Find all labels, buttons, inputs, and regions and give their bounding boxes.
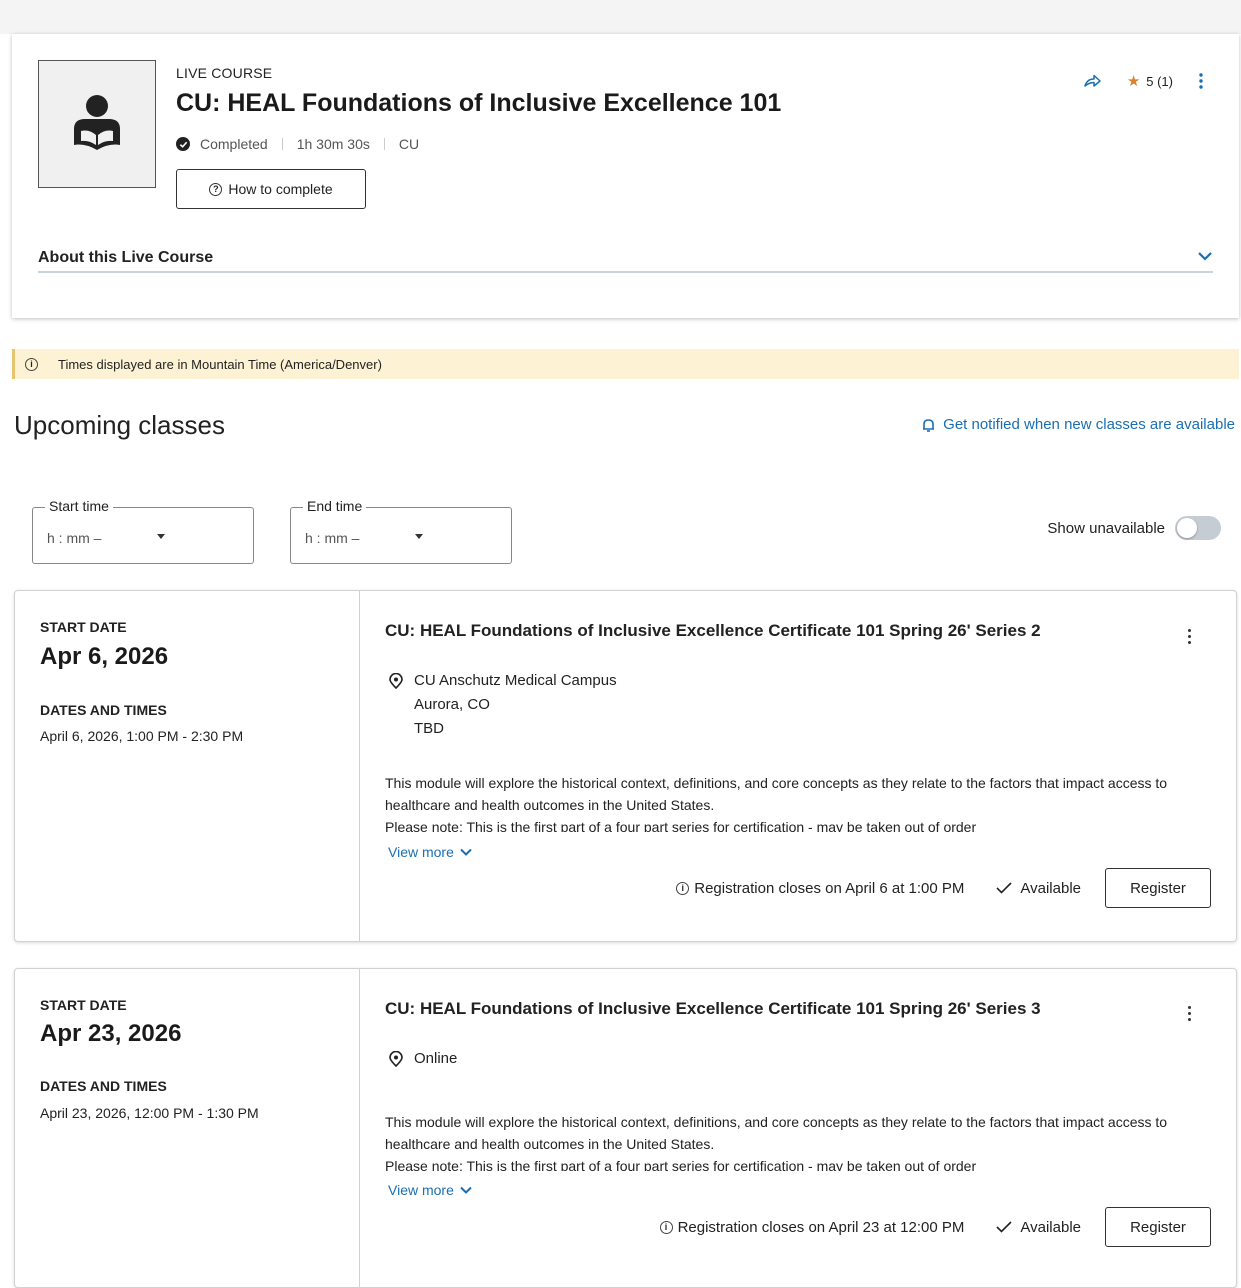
divider (383, 138, 385, 150)
show-unavailable-control: Show unavailable (1047, 516, 1221, 540)
availability-text: Available (1020, 879, 1081, 897)
upcoming-classes-heading: Upcoming classes (14, 410, 225, 440)
dropdown-caret-icon (415, 534, 423, 539)
rating[interactable]: ★ 5 (1) (1127, 72, 1173, 90)
availability-status: Available (996, 1219, 1081, 1236)
show-unavailable-toggle[interactable] (1175, 516, 1221, 540)
timezone-text: Times displayed are in Mountain Time (Am… (58, 356, 382, 372)
location-line: Online (414, 1050, 458, 1067)
course-header-card: LIVE COURSE CU: HEAL Foundations of Incl… (12, 34, 1239, 318)
divider (281, 138, 283, 150)
more-options-icon[interactable] (1199, 73, 1203, 89)
dates-times-label: DATES AND TIMES (40, 1078, 167, 1094)
get-notified-link[interactable]: Get notified when new classes are availa… (922, 416, 1235, 433)
completion-status: Completed (200, 136, 268, 152)
course-duration: 1h 30m 30s (296, 136, 370, 152)
course-title: CU: HEAL Foundations of Inclusive Excell… (176, 89, 782, 117)
dates-times-value: April 6, 2026, 1:00 PM - 2:30 PM (40, 728, 244, 744)
class-location: Online (388, 1047, 457, 1071)
how-to-complete-label: How to complete (228, 181, 333, 197)
class-footer: i Registration closes on April 6 at 1:00… (676, 868, 1211, 908)
class-date-column: START DATE Apr 23, 2026 DATES AND TIMES … (15, 969, 360, 1287)
view-more-label: View more (388, 844, 454, 860)
registration-closes-text: Registration closes on April 6 at 1:00 P… (694, 879, 965, 897)
show-unavailable-label: Show unavailable (1047, 519, 1165, 537)
timezone-banner: i Times displayed are in Mountain Time (… (12, 349, 1239, 379)
course-provider: CU (398, 136, 420, 152)
description-text: This module will explore the historical … (385, 1114, 1168, 1152)
location-line: TBD (414, 720, 444, 737)
end-time-label: End time (303, 498, 367, 514)
about-accordion[interactable]: About this Live Course (38, 249, 1213, 273)
availability-text: Available (1020, 1218, 1081, 1236)
start-date: Apr 23, 2026 (40, 1020, 182, 1047)
learner-reading-icon (74, 95, 120, 150)
start-time-field[interactable]: Start time h : mm – (32, 498, 254, 564)
course-actions: ★ 5 (1) (1083, 72, 1203, 90)
location-line: CU Anschutz Medical Campus (414, 672, 617, 689)
end-time-value: h : mm – (305, 530, 360, 546)
register-button[interactable]: Register (1105, 868, 1211, 908)
registration-closes: i Registration closes on April 23 at 12:… (659, 1218, 965, 1236)
class-title[interactable]: CU: HEAL Foundations of Inclusive Excell… (385, 999, 1041, 1019)
class-title[interactable]: CU: HEAL Foundations of Inclusive Excell… (385, 621, 1041, 641)
chevron-down-icon (460, 848, 472, 856)
class-more-options-icon[interactable] (1188, 1006, 1192, 1024)
class-description: This module will explore the historical … (385, 772, 1221, 832)
dropdown-caret-icon (157, 534, 165, 539)
course-type-label: LIVE COURSE (176, 65, 273, 81)
info-icon: i (659, 1220, 673, 1234)
description-note: Please note: This is the first part of a… (385, 819, 977, 832)
class-more-options-icon[interactable] (1188, 629, 1192, 647)
dates-times-label: DATES AND TIMES (40, 702, 167, 718)
check-icon (996, 1221, 1012, 1233)
share-icon[interactable] (1083, 74, 1101, 88)
view-more-link[interactable]: View more (388, 1182, 472, 1198)
availability-status: Available (996, 880, 1081, 897)
course-thumbnail (38, 60, 156, 188)
class-description: This module will explore the historical … (385, 1111, 1221, 1171)
class-footer: i Registration closes on April 23 at 12:… (659, 1207, 1211, 1247)
register-button[interactable]: Register (1105, 1207, 1211, 1247)
class-card: START DATE Apr 6, 2026 DATES AND TIMES A… (14, 590, 1237, 942)
check-icon (996, 882, 1012, 894)
rating-value: 5 (1) (1146, 73, 1173, 89)
info-icon: i (676, 881, 690, 895)
start-date-label: START DATE (40, 997, 127, 1013)
start-time-value: h : mm – (47, 530, 102, 546)
class-date-column: START DATE Apr 6, 2026 DATES AND TIMES A… (15, 591, 360, 941)
view-more-link[interactable]: View more (388, 844, 472, 860)
description-note: Please note: This is the first part of a… (385, 1158, 977, 1171)
start-time-label: Start time (45, 498, 113, 514)
view-more-label: View more (388, 1182, 454, 1198)
info-icon: i (25, 357, 38, 371)
class-card: START DATE Apr 23, 2026 DATES AND TIMES … (14, 968, 1237, 1288)
registration-closes: i Registration closes on April 6 at 1:00… (676, 880, 964, 897)
registration-closes-text: Registration closes on April 23 at 12:00… (677, 1218, 965, 1236)
dates-times-value: April 23, 2026, 12:00 PM - 1:30 PM (40, 1105, 259, 1121)
help-icon: ? (209, 182, 223, 196)
bell-icon (923, 418, 935, 432)
location-pin-icon (389, 1051, 403, 1067)
course-meta: Completed 1h 30m 30s CU (176, 136, 419, 152)
completed-check-icon (176, 137, 190, 151)
top-bar (0, 0, 1241, 34)
toggle-knob (1177, 518, 1197, 538)
location-pin-icon (389, 673, 403, 689)
about-label: About this Live Course (38, 249, 214, 266)
star-icon: ★ (1126, 73, 1141, 90)
start-date-label: START DATE (40, 619, 127, 635)
chevron-down-icon (1198, 252, 1212, 261)
chevron-down-icon (460, 1186, 472, 1194)
location-line: Aurora, CO (414, 696, 490, 713)
how-to-complete-button[interactable]: ? How to complete (176, 169, 366, 209)
start-date: Apr 6, 2026 (40, 643, 169, 670)
end-time-field[interactable]: End time h : mm – (290, 498, 512, 564)
description-text: This module will explore the historical … (385, 775, 1168, 813)
get-notified-label: Get notified when new classes are availa… (943, 416, 1235, 433)
class-location: CU Anschutz Medical Campus Aurora, CO TB… (388, 669, 617, 741)
